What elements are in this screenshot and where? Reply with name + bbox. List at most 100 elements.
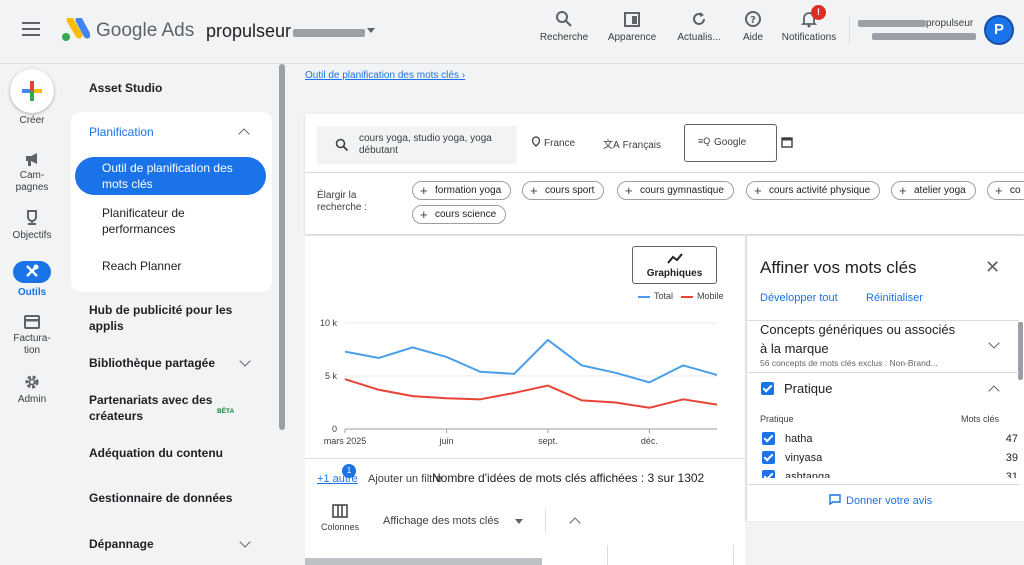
nav-app-ad-hub[interactable]: Hub de publicité pour les applis bbox=[89, 302, 239, 334]
avatar[interactable]: P bbox=[984, 15, 1014, 45]
list-item-count: 31 bbox=[1005, 471, 1018, 478]
location-filter[interactable]: France bbox=[531, 136, 575, 149]
search-tool-button[interactable]: Recherche bbox=[536, 10, 592, 50]
expand-all-link[interactable]: Développer tout bbox=[760, 292, 838, 304]
notifications-button[interactable]: Notifications bbox=[779, 10, 839, 50]
google-ads-wordmark: Google Ads bbox=[96, 20, 195, 41]
chevron-up-icon[interactable] bbox=[569, 517, 581, 529]
nav-asset-studio[interactable]: Asset Studio bbox=[89, 80, 162, 96]
suggestion-chip[interactable]: + formation yoga bbox=[412, 181, 512, 200]
concepts-excluded-text: 56 concepts de mots clés exclus : Non-Br… bbox=[760, 358, 938, 368]
keyword-checkbox[interactable] bbox=[762, 432, 775, 445]
rail-item-admin[interactable]: Admin bbox=[0, 373, 64, 406]
chevron-down-icon[interactable] bbox=[239, 355, 251, 367]
nav-planification[interactable]: Planification bbox=[89, 124, 154, 140]
x-tick-label: juin bbox=[438, 436, 453, 446]
main-menu-icon[interactable] bbox=[22, 22, 40, 36]
columns-button[interactable]: Colonnes bbox=[321, 504, 359, 532]
trend-chart-card: Graphiques Total Mobile 05 k 10 k mars 202… bbox=[305, 236, 745, 458]
suggestion-chip[interactable]: + cours sport bbox=[522, 181, 605, 200]
suggestion-chip[interactable]: + cours science bbox=[412, 205, 507, 224]
columns-icon bbox=[332, 504, 348, 518]
nav-reach-planner[interactable]: Reach Planner bbox=[102, 258, 181, 274]
create-button[interactable] bbox=[10, 69, 54, 113]
keyword-checkbox[interactable] bbox=[762, 451, 775, 464]
x-tick-label: déc. bbox=[641, 436, 658, 446]
location-pin-icon bbox=[531, 136, 541, 147]
table-column-divider bbox=[607, 545, 608, 565]
nav-content-suitability[interactable]: Adéquation du contenu bbox=[89, 445, 223, 461]
user-email-redacted bbox=[872, 33, 976, 40]
plus-colored-icon bbox=[22, 81, 42, 101]
rail-item-facturation[interactable]: Factura- tion bbox=[0, 314, 64, 357]
network-filter[interactable]: ≡Q Google bbox=[684, 124, 777, 162]
nav-data-manager[interactable]: Gestionnaire de données bbox=[89, 490, 232, 506]
nav-shared-library[interactable]: Bibliothèque partagée bbox=[89, 355, 215, 371]
account-dropdown-icon[interactable] bbox=[367, 28, 375, 33]
keyword-view-dropdown[interactable]: Affichage des mots clés bbox=[383, 515, 499, 527]
column-header-pratique: Pratique bbox=[760, 414, 794, 424]
plus-icon: + bbox=[899, 183, 907, 198]
top-header: Google Ads propulseur Recherche Apparenc… bbox=[0, 0, 1024, 64]
appearance-button[interactable]: Apparence bbox=[604, 10, 660, 50]
breadcrumb[interactable]: Outil de planification des mots clés › bbox=[305, 70, 465, 81]
list-item-label: ashtanga bbox=[785, 471, 831, 478]
nav-performance-planner[interactable]: Planificateur de performances bbox=[102, 205, 247, 237]
help-button[interactable]: ? Aide bbox=[735, 10, 771, 50]
campaign-megaphone-icon bbox=[26, 153, 37, 166]
chevron-down-icon[interactable] bbox=[239, 536, 251, 548]
search-card: cours yoga, studio yoga, yoga débutant F… bbox=[305, 114, 1024, 234]
list-item-count: 47 bbox=[1005, 433, 1018, 445]
keyword-ideas-toolbar: +1 autre 1 Ajouter un filtre Nombre d'id… bbox=[305, 458, 745, 565]
table-column-divider bbox=[733, 545, 734, 565]
header-divider bbox=[849, 16, 850, 44]
y-tick-label: 0 bbox=[332, 424, 337, 434]
chevron-up-icon[interactable] bbox=[238, 128, 250, 140]
chevron-down-icon[interactable] bbox=[988, 337, 1000, 349]
feedback-button[interactable]: Donner votre avis bbox=[829, 494, 932, 507]
keywords-input[interactable]: cours yoga, studio yoga, yoga débutant bbox=[317, 126, 517, 164]
rail-item-campagnes[interactable]: Cam- pagnes bbox=[0, 151, 64, 194]
account-name[interactable]: propulseur bbox=[206, 21, 291, 42]
plus-icon: + bbox=[625, 183, 633, 198]
suggestion-chip[interactable]: + cours gymnastique bbox=[617, 181, 734, 200]
language-filter[interactable]: 文A Français bbox=[603, 136, 661, 151]
concepts-section-title[interactable]: Concepts génériques ou associés à la mar… bbox=[760, 320, 960, 358]
calendar-icon[interactable] bbox=[781, 136, 793, 148]
nav-keyword-planner[interactable]: Outil de planification des mots clés bbox=[102, 160, 247, 192]
column-header-keywords: Mots clés bbox=[961, 414, 1000, 424]
credit-card-icon bbox=[24, 315, 40, 329]
dropdown-caret-icon[interactable] bbox=[515, 519, 523, 524]
reset-link[interactable]: Réinitialiser bbox=[866, 292, 923, 304]
refresh-button[interactable]: Actualis... bbox=[671, 10, 727, 50]
keyword-checkbox[interactable] bbox=[762, 470, 775, 478]
series-line-mobile bbox=[344, 378, 718, 409]
google-ads-logo bbox=[62, 18, 90, 41]
suggestion-chip[interactable]: + cours activité physique bbox=[746, 181, 881, 200]
sidebar-nav: Asset Studio Planification Outil de plan… bbox=[64, 64, 284, 565]
pratique-checkbox[interactable] bbox=[761, 382, 774, 395]
chevron-up-icon[interactable] bbox=[988, 385, 1000, 397]
suggestion-chip[interactable]: + co bbox=[987, 181, 1024, 200]
sidebar-scrollbar[interactable] bbox=[279, 64, 285, 430]
search-icon bbox=[335, 138, 349, 152]
y-tick-label: 10 k bbox=[320, 318, 338, 328]
nav-troubleshooting[interactable]: Dépannage bbox=[89, 536, 154, 552]
suggestion-chip[interactable]: + atelier yoga bbox=[891, 181, 976, 200]
user-account-label[interactable]: propulseur bbox=[858, 18, 973, 29]
table-horizontal-scrollbar[interactable] bbox=[305, 558, 542, 565]
notification-badge: ! bbox=[811, 5, 826, 20]
x-tick-label: mars 2025 bbox=[324, 436, 367, 446]
nav-creator-partnerships[interactable]: Partenariats avec des créateurs bbox=[89, 392, 214, 424]
search-list-icon: ≡Q bbox=[698, 136, 711, 146]
add-filter-button[interactable]: Ajouter un filtre bbox=[368, 473, 442, 485]
rail-item-objectifs[interactable]: Objectifs bbox=[0, 209, 64, 242]
refine-footer-divider bbox=[747, 484, 1019, 485]
plus-icon: + bbox=[420, 183, 428, 198]
close-icon[interactable]: ✕ bbox=[985, 258, 1000, 276]
list-item-label: vinyasa bbox=[785, 452, 823, 464]
list-item-label: hatha bbox=[785, 433, 813, 445]
rail-item-outils[interactable]: Outils bbox=[0, 261, 64, 299]
broaden-search-label: Élargir la recherche : bbox=[317, 190, 368, 213]
refine-divider bbox=[747, 372, 1019, 373]
